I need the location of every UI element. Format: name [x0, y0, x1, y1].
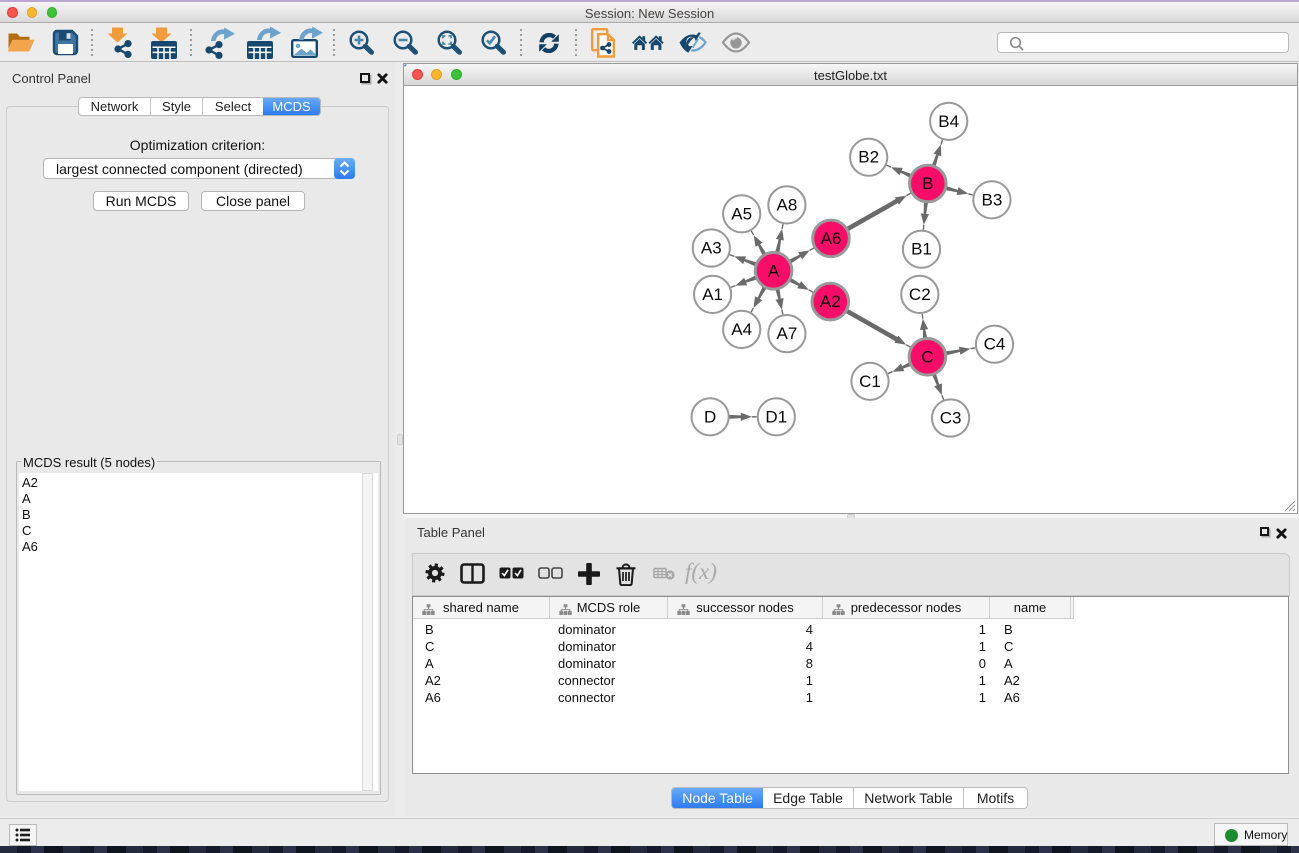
svg-text:A3: A3: [701, 239, 722, 258]
svg-text:C2: C2: [909, 285, 931, 304]
svg-text:A7: A7: [777, 324, 798, 343]
svg-text:C4: C4: [984, 335, 1006, 354]
svg-text:A1: A1: [702, 285, 723, 304]
svg-text:C: C: [921, 347, 933, 366]
svg-text:C3: C3: [940, 409, 962, 428]
svg-text:B3: B3: [982, 190, 1003, 209]
svg-text:B1: B1: [911, 240, 932, 259]
svg-text:C1: C1: [859, 372, 881, 391]
svg-text:A6: A6: [821, 229, 842, 248]
svg-text:D: D: [704, 407, 716, 426]
svg-text:B: B: [922, 174, 933, 193]
svg-text:D1: D1: [765, 407, 787, 426]
svg-text:A5: A5: [731, 204, 752, 223]
svg-text:A2: A2: [820, 292, 841, 311]
svg-text:B4: B4: [938, 112, 959, 131]
svg-text:A4: A4: [731, 320, 752, 339]
svg-text:A: A: [768, 261, 780, 280]
svg-text:B2: B2: [858, 148, 879, 167]
svg-text:A8: A8: [777, 195, 798, 214]
